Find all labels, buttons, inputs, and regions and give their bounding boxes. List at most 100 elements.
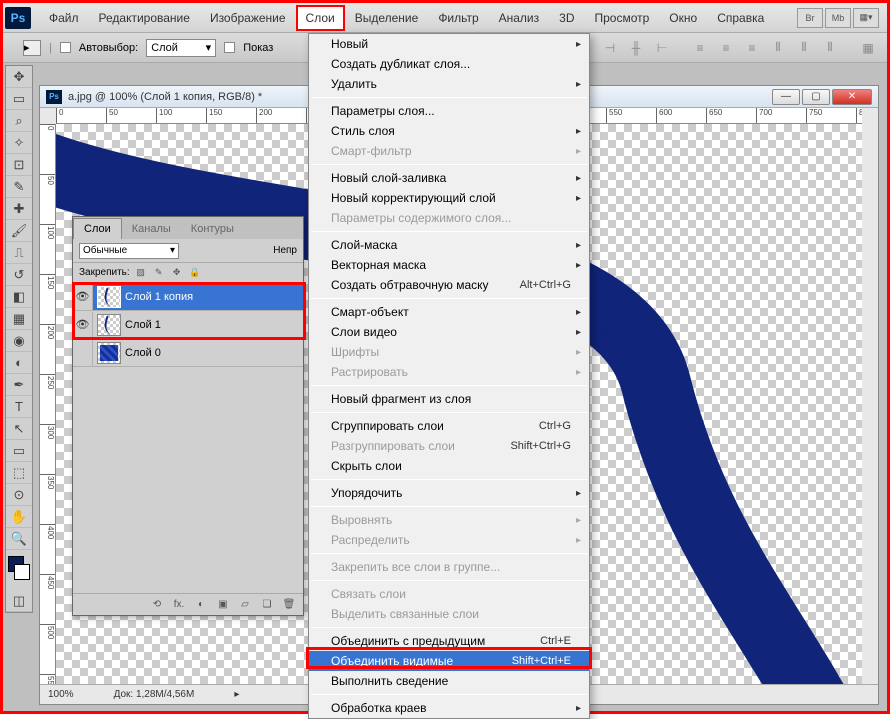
menu-item[interactable]: Упорядочить [309,483,589,503]
stamp-tool[interactable]: ⎍ [6,242,32,264]
lock-position-icon[interactable]: ✥ [170,266,184,280]
auto-align-icon[interactable]: ▦ [857,38,879,58]
wand-tool[interactable]: ✧ [6,132,32,154]
panel-footer-icon-1[interactable]: fx. [171,598,187,612]
close-button[interactable]: ✕ [832,89,872,105]
visibility-toggle[interactable] [73,340,93,366]
autoselect-type-select[interactable]: Слой▾ [146,39,216,57]
panel-footer-icon-3[interactable]: ▣ [215,598,231,612]
shape-tool[interactable]: ▭ [6,440,32,462]
layer-row[interactable]: 👁Слой 1 копия [73,283,303,311]
align-hcenter-icon[interactable]: ╫ [625,38,647,58]
menu-окно[interactable]: Окно [659,5,707,31]
dodge-tool[interactable]: ◐ [6,352,32,374]
menu-item[interactable]: Объединить видимыеShift+Ctrl+E [309,651,589,671]
layer-thumbnail[interactable] [97,286,121,308]
menu-изображение[interactable]: Изображение [200,5,296,31]
lasso-tool[interactable]: ⌕ [6,110,32,132]
lock-paint-icon[interactable]: ✎ [152,266,166,280]
menu-item[interactable]: Скрыть слои [309,456,589,476]
menu-item[interactable]: Новый корректирующий слой [309,188,589,208]
visibility-toggle[interactable]: 👁 [73,312,93,338]
menu-редактирование[interactable]: Редактирование [89,5,200,31]
heal-tool[interactable]: ✚ [6,198,32,220]
eyedropper-tool[interactable]: ✎ [6,176,32,198]
distribute-top-icon[interactable]: ≡ [689,38,711,58]
menu-item[interactable]: Векторная маска [309,255,589,275]
menu-item[interactable]: Слои видео [309,322,589,342]
zoom-tool[interactable]: 🔍 [6,528,32,550]
distribute-vcenter-icon[interactable]: ≡ [715,38,737,58]
layer-thumbnail[interactable] [97,314,121,336]
menu-item[interactable]: Новый слой-заливка [309,168,589,188]
bridge-button[interactable]: Br [797,8,823,28]
menu-item[interactable]: Объединить с предыдущимCtrl+E [309,631,589,651]
autoselect-checkbox[interactable] [60,42,71,53]
menu-item[interactable]: Создать дубликат слоя... [309,54,589,74]
menu-файл[interactable]: Файл [39,5,89,31]
distribute-left-icon[interactable]: ⦀ [767,38,789,58]
marquee-tool[interactable]: ▭ [6,88,32,110]
align-left-icon[interactable]: ⊣ [599,38,621,58]
panel-tab-0[interactable]: Слои [73,218,122,239]
crop-tool[interactable]: ⊡ [6,154,32,176]
doc-size[interactable]: Док: 1,28M/4,56M [114,689,195,700]
menu-item[interactable]: Слой-маска [309,235,589,255]
gradient-tool[interactable]: ▦ [6,308,32,330]
align-right-icon[interactable]: ⊢ [651,38,673,58]
blend-mode-select[interactable]: Обычные▾ [79,243,179,259]
3d-tool[interactable]: ⬚ [6,462,32,484]
blur-tool[interactable]: ◉ [6,330,32,352]
eraser-tool[interactable]: ◧ [6,286,32,308]
menu-item[interactable]: Параметры слоя... [309,101,589,121]
distribute-right-icon[interactable]: ⦀ [819,38,841,58]
menu-item[interactable]: Стиль слоя [309,121,589,141]
move-tool[interactable]: ✥ [6,66,32,88]
quickmask-tool[interactable]: ◫ [6,590,32,612]
panel-footer-icon-0[interactable]: ⟲ [149,598,165,612]
menu-просмотр[interactable]: Просмотр [584,5,659,31]
panel-tab-1[interactable]: Каналы [122,219,181,239]
menu-item[interactable]: Сгруппировать слоиCtrl+G [309,416,589,436]
menu-item[interactable]: Новый фрагмент из слоя [309,389,589,409]
menu-item[interactable]: Смарт-объект [309,302,589,322]
distribute-bottom-icon[interactable]: ≡ [741,38,763,58]
panel-footer-icon-4[interactable]: ▱ [237,598,253,612]
panel-footer-icon-2[interactable]: ◐ [193,598,209,612]
type-tool[interactable]: T [6,396,32,418]
move-tool-icon[interactable]: ▸ [23,40,41,56]
panel-footer-icon-5[interactable]: ❏ [259,598,275,612]
menu-справка[interactable]: Справка [707,5,774,31]
menu-слои[interactable]: Слои [296,5,345,31]
zoom-level[interactable]: 100% [48,689,74,700]
hand-tool[interactable]: ✋ [6,506,32,528]
menu-3d[interactable]: 3D [549,5,584,31]
lock-transparency-icon[interactable]: ▨ [134,266,148,280]
panel-footer-icon-6[interactable]: 🗑 [281,598,297,612]
workspace-button[interactable]: ▦▾ [853,8,879,28]
show-checkbox[interactable] [224,42,235,53]
menu-item[interactable]: Обработка краев [309,698,589,718]
background-color[interactable] [14,564,30,580]
maximize-button[interactable]: ▢ [802,89,830,105]
pen-tool[interactable]: ✒ [6,374,32,396]
menu-item[interactable]: Выполнить сведение [309,671,589,691]
menu-выделение[interactable]: Выделение [345,5,429,31]
mb-button[interactable]: Mb [825,8,851,28]
distribute-hcenter-icon[interactable]: ⦀ [793,38,815,58]
3d-cam-tool[interactable]: ⊙ [6,484,32,506]
menu-анализ[interactable]: Анализ [489,5,550,31]
visibility-toggle[interactable]: 👁 [73,284,93,310]
panel-tab-2[interactable]: Контуры [181,219,244,239]
layer-row[interactable]: Слой 0 [73,339,303,367]
path-tool[interactable]: ↖ [6,418,32,440]
lock-all-icon[interactable]: 🔒 [188,266,202,280]
color-swatches[interactable] [6,554,32,590]
history-brush-tool[interactable]: ↺ [6,264,32,286]
layer-thumbnail[interactable] [97,342,121,364]
brush-tool[interactable]: 🖌 [6,220,32,242]
menu-item[interactable]: Создать обтравочную маскуAlt+Ctrl+G [309,275,589,295]
menu-item[interactable]: Новый [309,34,589,54]
minimize-button[interactable]: — [772,89,800,105]
menu-item[interactable]: Удалить [309,74,589,94]
